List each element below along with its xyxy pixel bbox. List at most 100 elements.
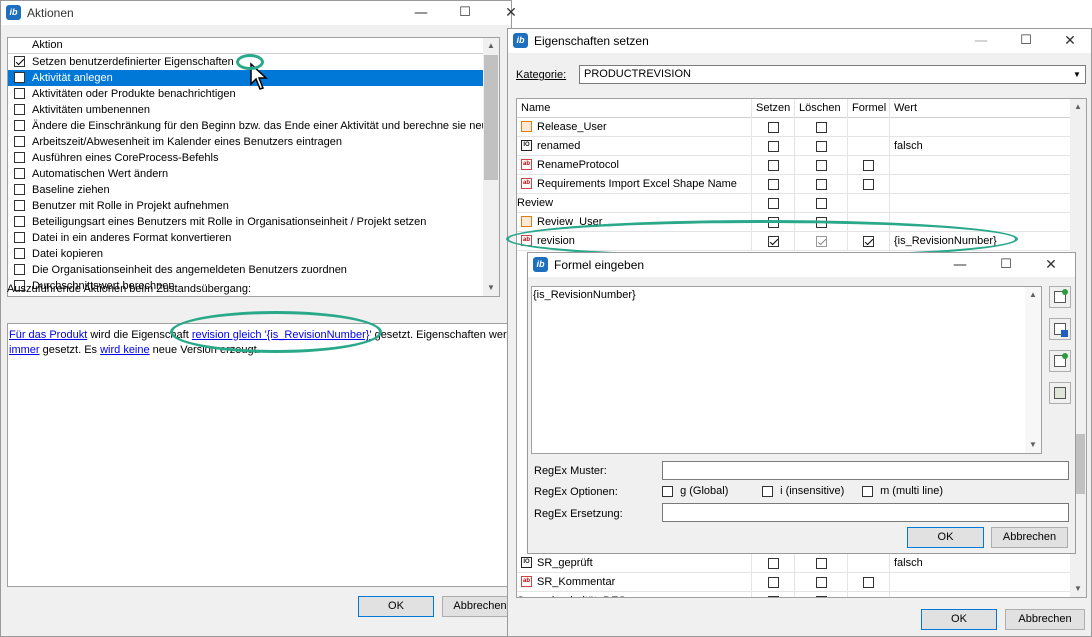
kategorie-select[interactable]: PRODUCTREVISION ▼ [579,65,1086,84]
checkbox-loeschen[interactable] [815,576,827,588]
close-button[interactable]: ✕ [1047,29,1092,53]
maximize-button[interactable]: ☐ [1003,29,1049,53]
opt-global-checkbox[interactable]: g (Global) [662,485,728,497]
link-fuer-das-produkt[interactable]: Für das Produkt [9,329,87,341]
cell-wert[interactable]: falsch [890,554,1072,573]
eigenschaften-cancel-button[interactable]: Abbrechen [1005,609,1085,630]
checkbox-loeschen[interactable] [815,159,827,171]
table-row[interactable]: ab SR_Kommentar [517,573,1072,592]
scroll-up-icon[interactable]: ▲ [1070,99,1086,115]
list-item-checkbox[interactable] [14,263,25,275]
cell-wert[interactable] [890,194,1072,213]
scroll-thumb[interactable] [484,55,498,180]
cell-wert[interactable] [890,573,1072,592]
link-wird-keine[interactable]: wird keine [100,344,150,356]
table-row[interactable]: ▤Szenariopriorität_DES [517,592,1072,597]
insert-property-button[interactable] [1049,286,1071,308]
list-item-checkbox[interactable] [14,183,25,195]
list-item[interactable]: Arbeitszeit/Abwesenheit im Kalender eine… [8,134,499,150]
header-name[interactable]: Name [517,99,752,118]
header-loeschen[interactable]: Löschen [795,99,848,118]
checkbox-loeschen[interactable] [815,557,827,569]
formel-cancel-button[interactable]: Abbrechen [991,527,1068,548]
list-item-checkbox[interactable] [14,199,25,211]
scroll-up-icon[interactable]: ▲ [483,38,499,54]
checkbox-loeschen[interactable] [815,197,827,209]
list-item-checkbox[interactable] [14,231,25,243]
header-setzen[interactable]: Setzen [752,99,795,118]
table-row[interactable]: IO SR_geprüft falsch [517,554,1072,573]
insert-function-button[interactable] [1049,350,1071,372]
scroll-down-icon[interactable]: ▼ [483,280,499,296]
header-wert[interactable]: Wert [890,99,1072,118]
close-button[interactable]: ✕ [488,1,534,25]
checkbox-formel[interactable] [863,159,874,171]
aktionen-scrollbar[interactable]: ▲ ▼ [483,38,499,296]
table-row[interactable]: ab Requirements Import Excel Shape Name [517,175,1072,194]
cell-wert[interactable] [890,156,1072,175]
chevron-down-icon[interactable]: ▼ [1069,66,1085,83]
table-row[interactable]: ab RenameProtocol [517,156,1072,175]
list-item[interactable]: Datei kopieren [8,246,499,262]
scroll-up-icon[interactable]: ▲ [1025,287,1041,303]
table-row[interactable]: ▤Review [517,194,1072,213]
formel-ok-button[interactable]: OK [907,527,984,548]
checkbox-multiline[interactable] [862,485,873,497]
cell-wert[interactable]: falsch [890,137,1072,156]
list-item[interactable]: Die Organisationseinheit des angemeldete… [8,262,499,278]
checkbox-setzen[interactable] [767,197,779,209]
list-item-checkbox[interactable] [14,71,25,83]
cell-wert[interactable] [890,175,1072,194]
list-item-checkbox[interactable] [14,151,25,163]
checkbox-loeschen[interactable] [815,178,827,190]
aktionen-ok-button[interactable]: OK [358,596,434,617]
eigenschaften-ok-button[interactable]: OK [921,609,997,630]
list-item-checkbox[interactable] [14,87,25,99]
maximize-button[interactable]: ☐ [983,253,1029,277]
list-item-checkbox[interactable] [14,103,25,115]
formel-scrollbar[interactable]: ▲ ▼ [1025,287,1041,453]
checkbox-insensitive[interactable] [762,485,773,497]
checkbox-setzen[interactable] [767,557,779,569]
table-row[interactable]: IO renamed falsch [517,137,1072,156]
scroll-down-icon[interactable]: ▼ [1025,437,1041,453]
list-item-checkbox[interactable] [14,55,25,67]
checkbox-setzen[interactable] [767,178,779,190]
table-row[interactable]: Release_User [517,118,1072,137]
list-item-checkbox[interactable] [14,167,25,179]
regex-ersetzung-input[interactable] [662,503,1069,522]
insert-user-button[interactable] [1049,318,1071,340]
checkbox-formel[interactable] [863,178,874,190]
list-item[interactable]: Automatischen Wert ändern [8,166,499,182]
list-item[interactable]: Beteiligungsart eines Benutzers mit Roll… [8,214,499,230]
opt-multiline-checkbox[interactable]: m (multi line) [862,485,943,497]
checkbox-setzen[interactable] [767,140,779,152]
checkbox-setzen[interactable] [767,121,779,133]
checkbox-setzen[interactable] [767,576,779,588]
list-item[interactable]: Benutzer mit Rolle in Projekt aufnehmen [8,198,499,214]
checkbox-setzen[interactable] [767,595,779,597]
checkbox-loeschen[interactable] [815,140,827,152]
link-immer[interactable]: immer [9,344,40,356]
checkbox-setzen[interactable] [767,159,779,171]
list-item-checkbox[interactable] [14,295,25,296]
list-item[interactable]: Ändere die Einschränkung für den Beginn … [8,118,499,134]
opt-insensitive-checkbox[interactable]: i (insensitive) [762,485,844,497]
cell-wert[interactable] [890,118,1072,137]
checkbox-global[interactable] [662,485,673,497]
minimize-button[interactable]: — [937,253,983,277]
checkbox-formel[interactable] [863,576,874,588]
maximize-button[interactable]: ☐ [442,1,488,25]
checkbox-loeschen[interactable] [815,595,827,597]
header-formel[interactable]: Formel [848,99,890,118]
list-item-checkbox[interactable] [14,135,25,147]
formel-textarea[interactable]: {is_RevisionNumber} ▲ ▼ [531,286,1042,454]
list-item-checkbox[interactable] [14,215,25,227]
list-item-checkbox[interactable] [14,119,25,131]
cell-wert[interactable] [890,592,1072,597]
list-item[interactable]: Aktivitäten umbenennen [8,102,499,118]
insert-image-button[interactable] [1049,382,1071,404]
minimize-button[interactable]: — [958,29,1004,53]
list-item[interactable]: Ausführen eines CoreProcess-Befehls [8,150,499,166]
regex-muster-input[interactable] [662,461,1069,480]
